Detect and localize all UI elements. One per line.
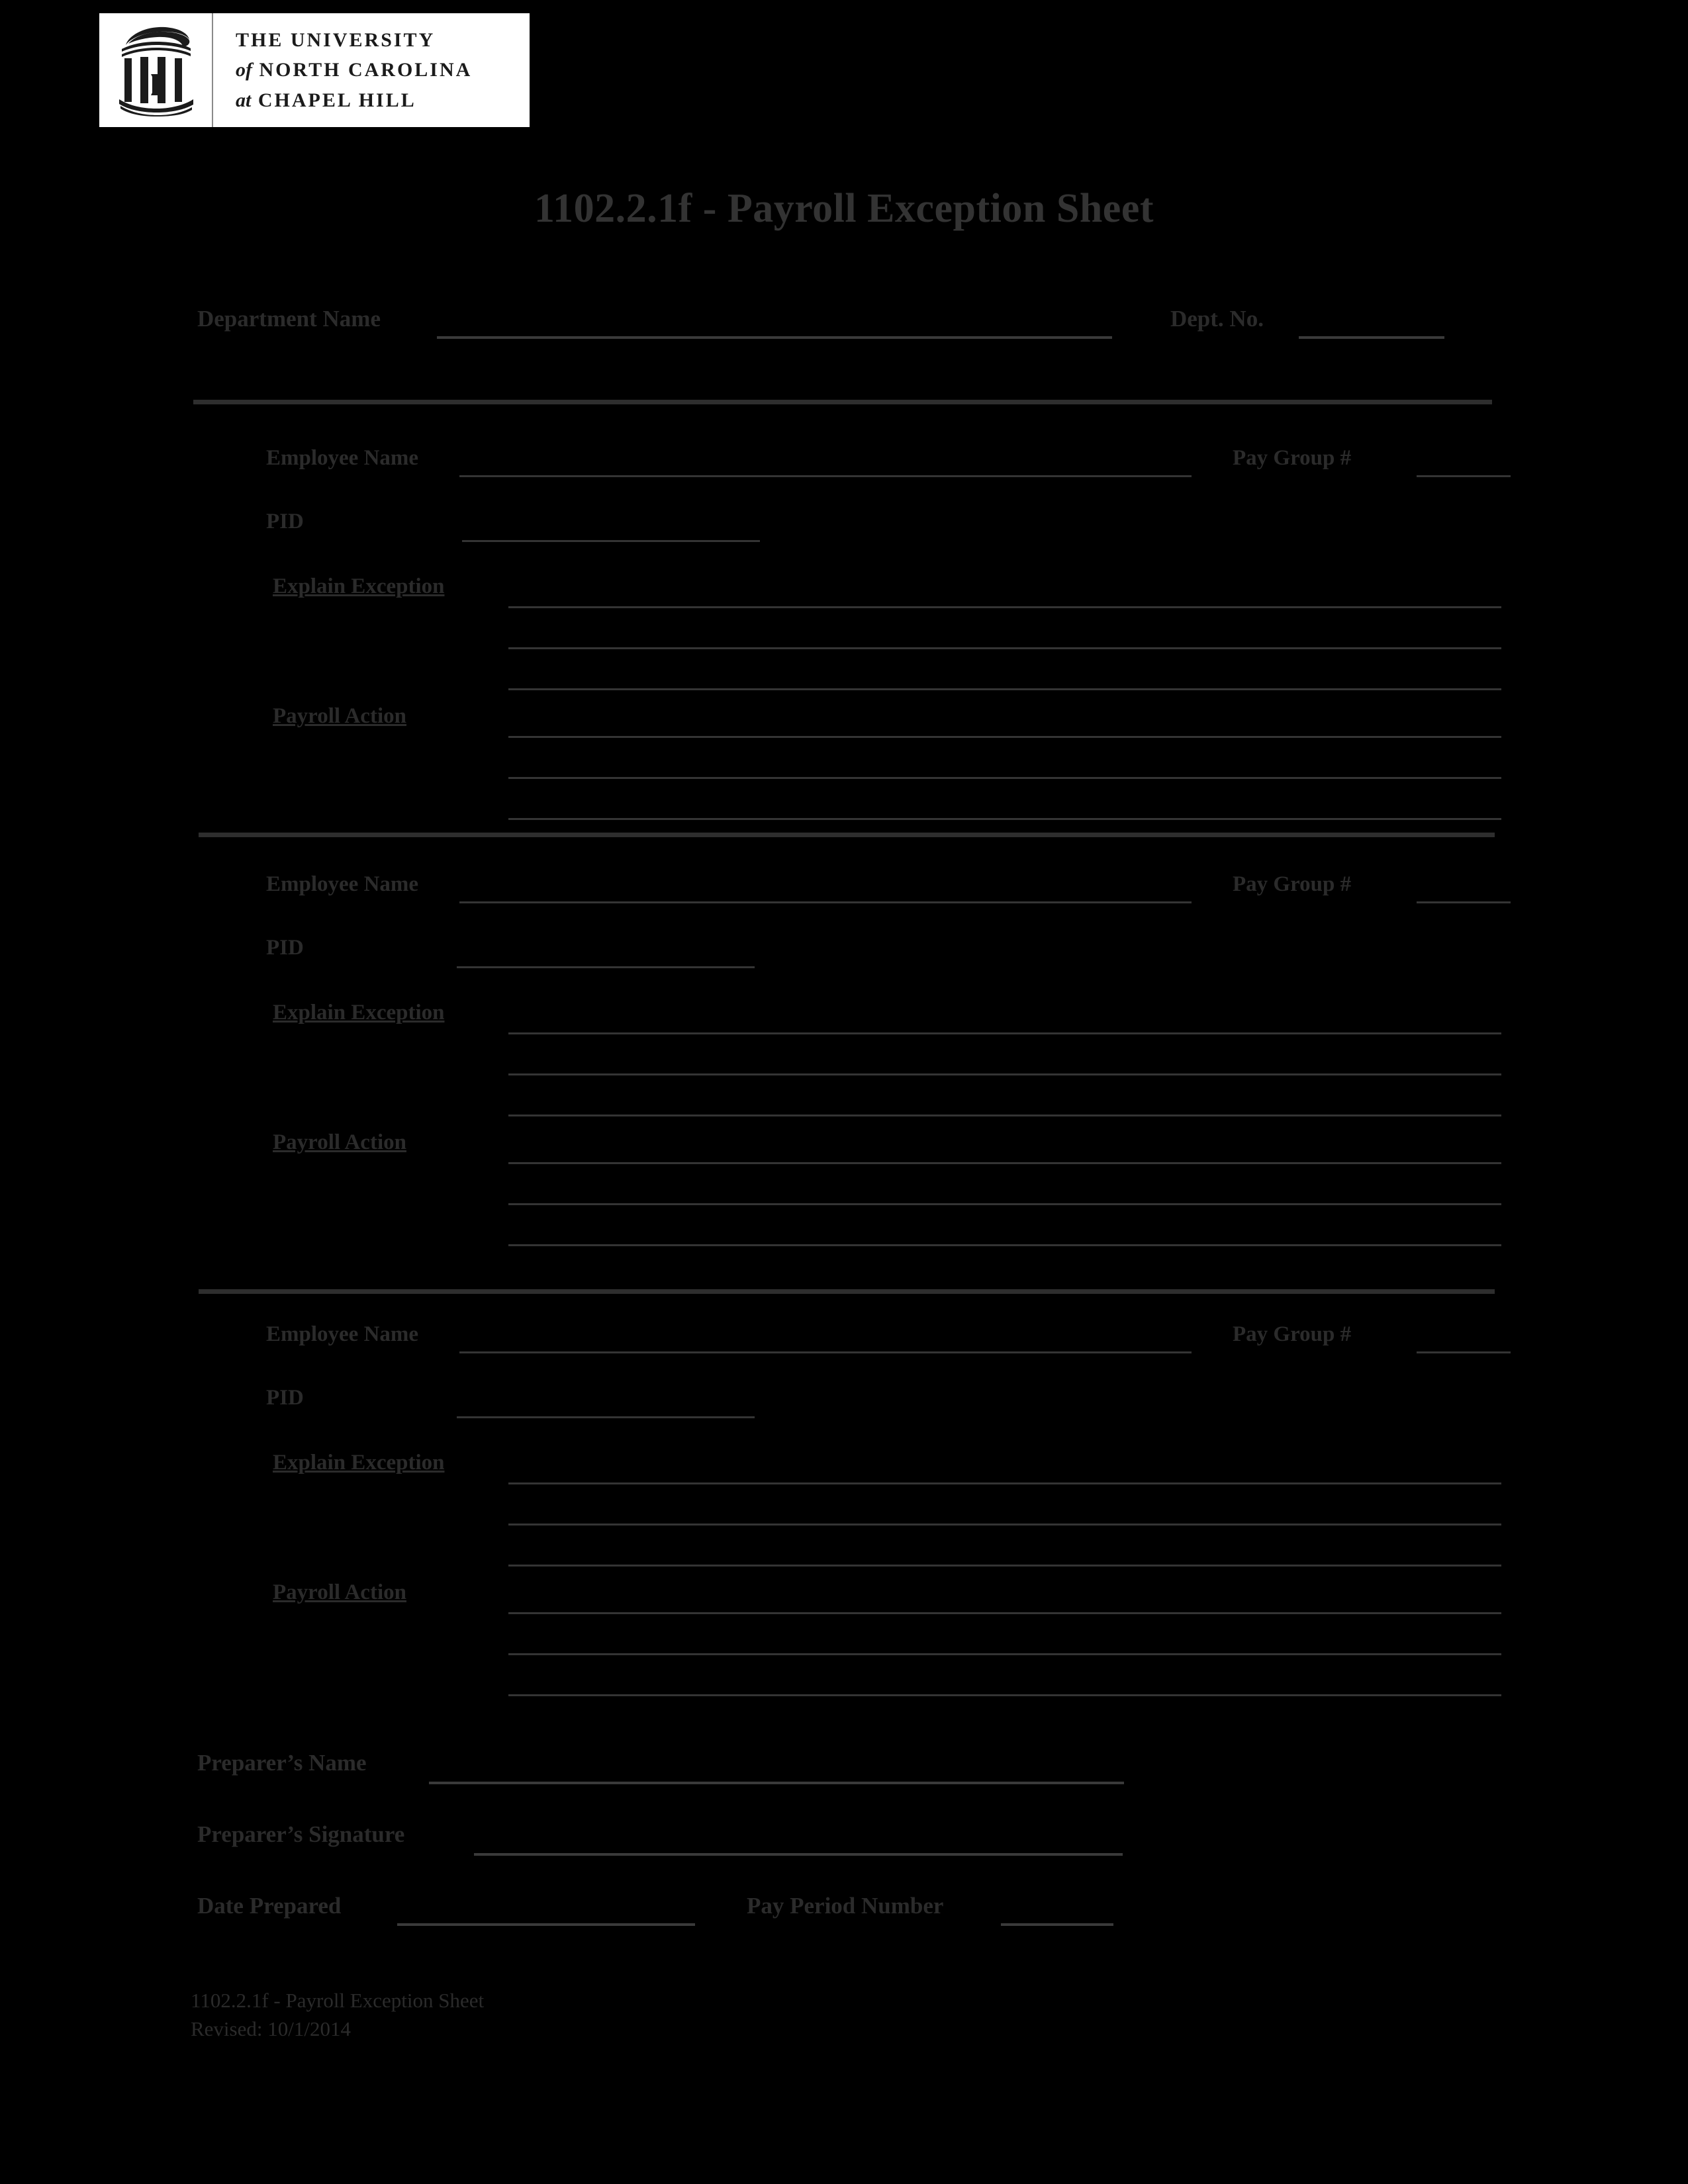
employee-name-input[interactable]: [459, 475, 1192, 477]
logo-word-of: of: [236, 59, 252, 81]
employee-name-label: Employee Name: [266, 446, 419, 470]
employee-name-label: Employee Name: [266, 1322, 419, 1346]
payroll-action-line[interactable]: [508, 1653, 1501, 1655]
pid-label: PID: [266, 510, 304, 533]
section-divider: [199, 833, 1495, 837]
explain-exception-line[interactable]: [508, 1482, 1501, 1484]
payroll-action-line[interactable]: [508, 1244, 1501, 1246]
pid-label: PID: [266, 936, 304, 960]
payroll-action-line[interactable]: [508, 1612, 1501, 1614]
pay-group-input[interactable]: [1417, 1351, 1511, 1353]
logo-word-chapel-hill: CHAPEL HILL: [258, 89, 416, 111]
pay-group-input[interactable]: [1417, 475, 1511, 477]
explain-exception-line[interactable]: [508, 1524, 1501, 1525]
explain-exception-line[interactable]: [508, 1565, 1501, 1567]
pay-group-input[interactable]: [1417, 901, 1511, 903]
payroll-action-line[interactable]: [508, 818, 1501, 820]
dept-no-label: Dept. No.: [1170, 306, 1264, 332]
footer-document-id: 1102.2.1f - Payroll Exception Sheet: [191, 1989, 485, 2012]
department-name-label: Department Name: [197, 306, 381, 332]
payroll-action-label: Payroll Action: [273, 1580, 406, 1604]
payroll-action-line[interactable]: [508, 1694, 1501, 1696]
pid-input[interactable]: [462, 540, 760, 542]
date-prepared-input[interactable]: [397, 1923, 695, 1926]
employee-name-input[interactable]: [459, 1351, 1192, 1353]
explain-exception-label: Explain Exception: [273, 574, 445, 598]
preparer-signature-input[interactable]: [474, 1853, 1123, 1856]
explain-exception-line[interactable]: [508, 1032, 1501, 1034]
pid-input[interactable]: [457, 966, 755, 968]
dept-no-input[interactable]: [1299, 336, 1444, 339]
page-title: 1102.2.1f - Payroll Exception Sheet: [534, 186, 1154, 231]
explain-exception-label: Explain Exception: [273, 1001, 445, 1024]
unc-logo: THE UNIVERSITY of NORTH CAROLINA at CHAP…: [99, 13, 530, 127]
explain-exception-line[interactable]: [508, 688, 1501, 690]
payroll-action-label: Payroll Action: [273, 1130, 406, 1154]
preparer-name-input[interactable]: [429, 1782, 1124, 1784]
payroll-action-label: Payroll Action: [273, 704, 406, 728]
document-page: THE UNIVERSITY of NORTH CAROLINA at CHAP…: [0, 0, 1688, 2184]
logo-line-university: THE UNIVERSITY: [236, 28, 436, 51]
preparer-name-label: Preparer’s Name: [197, 1750, 367, 1776]
explain-exception-line[interactable]: [508, 606, 1501, 608]
employee-name-label: Employee Name: [266, 872, 419, 896]
document-footer: 1102.2.1f - Payroll Exception Sheet Revi…: [191, 1987, 484, 2044]
section-divider: [193, 400, 1492, 404]
footer-revision-date: Revised: 10/1/2014: [191, 2017, 351, 2040]
pay-period-number-input[interactable]: [1001, 1923, 1113, 1926]
pay-period-number-label: Pay Period Number: [747, 1893, 944, 1919]
payroll-action-line[interactable]: [508, 1162, 1501, 1164]
logo-word-north-carolina: NORTH CAROLINA: [259, 59, 473, 81]
explain-exception-line[interactable]: [508, 1115, 1501, 1116]
pay-group-label: Pay Group #: [1233, 1322, 1352, 1346]
old-well-rotunda-icon: [99, 13, 213, 127]
explain-exception-line[interactable]: [508, 1073, 1501, 1075]
unc-logo-wordmark: THE UNIVERSITY of NORTH CAROLINA at CHAP…: [213, 13, 530, 127]
explain-exception-line[interactable]: [508, 647, 1501, 649]
payroll-action-line[interactable]: [508, 777, 1501, 779]
pid-input[interactable]: [457, 1416, 755, 1418]
logo-word-at: at: [236, 89, 252, 111]
date-prepared-label: Date Prepared: [197, 1893, 342, 1919]
explain-exception-label: Explain Exception: [273, 1451, 445, 1475]
preparer-signature-label: Preparer’s Signature: [197, 1821, 405, 1847]
pay-group-label: Pay Group #: [1233, 446, 1352, 470]
department-name-input[interactable]: [437, 336, 1112, 339]
section-divider: [199, 1289, 1495, 1294]
payroll-action-line[interactable]: [508, 1203, 1501, 1205]
pid-label: PID: [266, 1386, 304, 1410]
payroll-action-line[interactable]: [508, 736, 1501, 738]
pay-group-label: Pay Group #: [1233, 872, 1352, 896]
logo-line-north-carolina: of NORTH CAROLINA: [236, 55, 530, 85]
logo-line-chapel-hill: at CHAPEL HILL: [236, 85, 530, 116]
employee-name-input[interactable]: [459, 901, 1192, 903]
